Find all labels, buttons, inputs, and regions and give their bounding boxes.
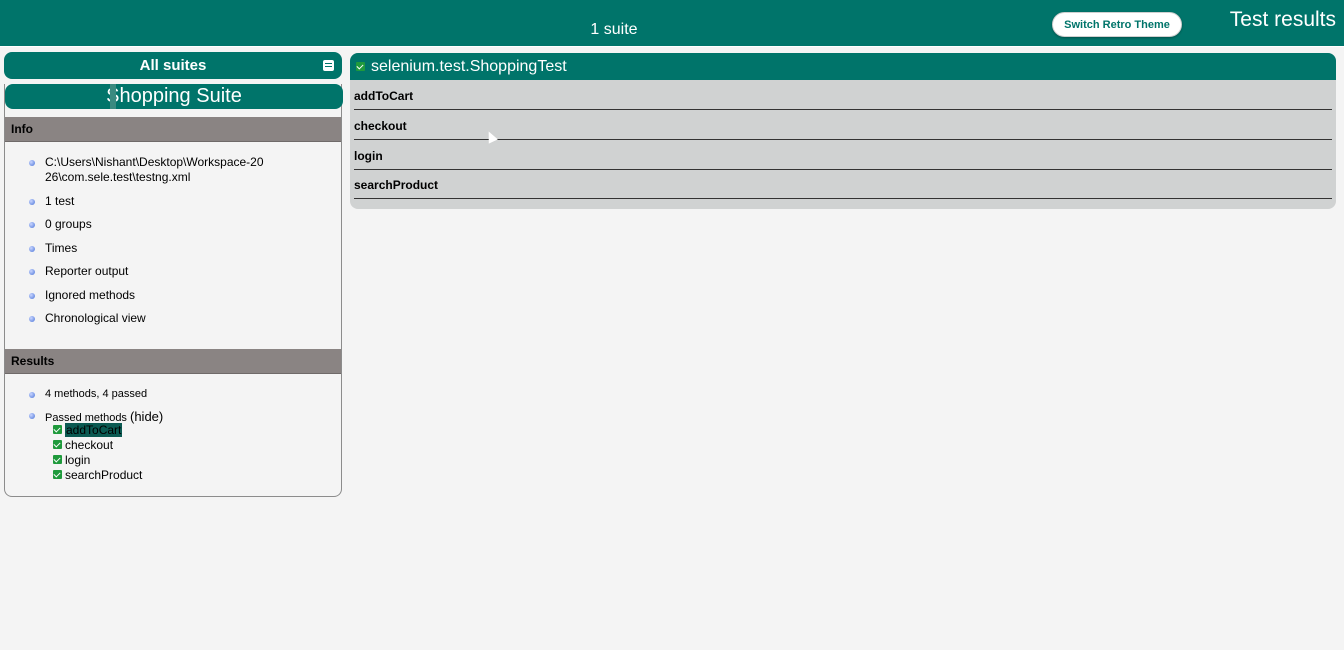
chronological-view-link[interactable]: Chronological view [45, 311, 146, 325]
suite-name: Shopping Suite [106, 85, 242, 107]
results-list: 4 methods, 4 passed Passed methods (hide… [5, 388, 341, 425]
suite-panel: Shopping Suite Info C:\Users\Nishant\Des… [4, 84, 343, 497]
passed-method-link[interactable]: addToCart [65, 422, 123, 437]
bullet-icon [29, 392, 35, 398]
list-item: 4 methods, 4 passed [5, 388, 341, 409]
test-class-header[interactable]: selenium.test.ShoppingTest [350, 53, 1336, 80]
times-link[interactable]: Times [45, 241, 77, 255]
all-suites-header[interactable]: All suites [4, 52, 342, 79]
info-list: C:\Users\Nishant\Desktop\Workspace-2026\… [5, 155, 341, 334]
list-item[interactable]: 1 test [5, 194, 341, 217]
testng-xml-link[interactable]: C:\Users\Nishant\Desktop\Workspace-2026\… [45, 155, 265, 185]
collapse-icon[interactable] [323, 60, 334, 71]
list-item[interactable]: C:\Users\Nishant\Desktop\Workspace-2026\… [5, 155, 264, 194]
test-class-panel: selenium.test.ShoppingTest addToCart che… [350, 53, 1336, 209]
list-item[interactable]: Reporter output [5, 264, 341, 288]
passed-method-row[interactable]: addToCart [53, 422, 142, 437]
groups-link[interactable]: 0 groups [45, 217, 92, 231]
bullet-icon [29, 199, 35, 205]
suite-title-marker [110, 84, 116, 109]
method-row-addtocart[interactable]: addToCart [354, 80, 1332, 110]
results-section-header: Results [5, 349, 341, 374]
bullet-icon [29, 293, 35, 299]
list-item[interactable]: 0 groups [5, 217, 341, 241]
reporter-output-link[interactable]: Reporter output [45, 264, 128, 278]
results-summary: 4 methods, 4 passed [45, 388, 148, 400]
bullet-icon [29, 160, 35, 166]
list-item[interactable]: Chronological view [5, 311, 341, 334]
info-section-header: Info [5, 117, 341, 142]
bullet-icon [29, 222, 35, 228]
check-icon [356, 62, 365, 71]
passed-methods-list: addToCart checkout login searchProduct [53, 422, 142, 482]
passed-method-row[interactable]: searchProduct [53, 467, 142, 482]
page-title: Test results [1229, 8, 1336, 31]
switch-retro-theme-button[interactable]: Switch Retro Theme [1052, 12, 1182, 37]
all-suites-label: All suites [139, 57, 207, 74]
check-icon [53, 455, 62, 464]
test-class-name: selenium.test.ShoppingTest [371, 57, 567, 75]
bullet-icon [29, 316, 35, 322]
list-item[interactable]: Ignored methods [5, 288, 341, 311]
list-item[interactable]: Times [5, 241, 341, 264]
method-row-checkout[interactable]: checkout [354, 110, 1332, 140]
passed-method-row[interactable]: checkout [53, 437, 142, 452]
bullet-icon [29, 269, 35, 275]
method-row-searchproduct[interactable]: searchProduct [354, 169, 1332, 199]
check-icon [53, 470, 62, 479]
bullet-icon [29, 413, 35, 419]
passed-method-link[interactable]: searchProduct [65, 468, 142, 482]
bullet-icon [29, 246, 35, 252]
top-bar: 1 suite Switch Retro Theme Test results [0, 0, 1344, 47]
suite-title[interactable]: Shopping Suite [5, 84, 343, 109]
ignored-methods-link[interactable]: Ignored methods [45, 288, 135, 302]
check-icon [53, 425, 62, 434]
passed-method-row[interactable]: login [53, 452, 142, 467]
method-row-login[interactable]: login [354, 140, 1332, 170]
check-icon [53, 440, 62, 449]
suite-count: 1 suite [590, 21, 638, 38]
tests-link[interactable]: 1 test [45, 194, 74, 208]
passed-method-link[interactable]: login [65, 453, 90, 467]
passed-method-link[interactable]: checkout [65, 438, 113, 452]
